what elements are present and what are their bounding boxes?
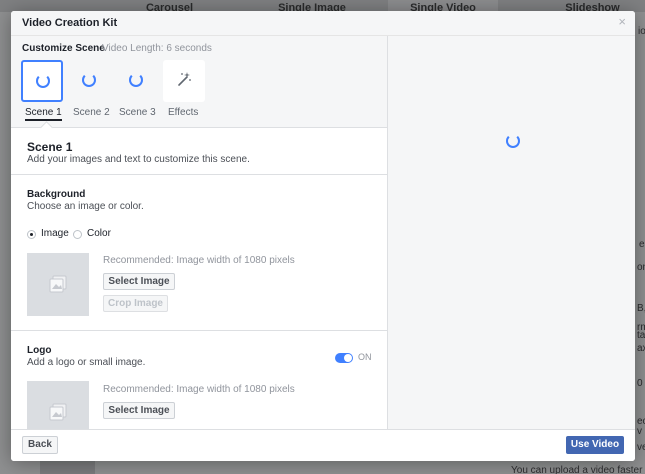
crop-image-button[interactable]: Crop Image [103,295,168,312]
select-logo-image-button[interactable]: Select Image [103,402,175,419]
scene-1-tab[interactable]: Scene 1 [25,107,62,121]
background-fragment: ve [637,442,645,453]
logo-section: Logo Add a logo or small image. ON Recom… [11,331,387,429]
image-radio[interactable] [27,230,36,239]
background-fragment: B, , [637,303,645,314]
scene-header: Scene 1 Add your images and text to cust… [11,128,387,175]
background-fragment: ax [637,343,645,354]
dialog-header: Video Creation Kit × [11,11,635,36]
scene-title: Scene 1 [27,140,73,154]
use-video-button[interactable]: Use Video [566,436,624,454]
select-background-image-button[interactable]: Select Image [103,273,175,290]
loading-spinner-icon [82,73,96,87]
background-fragment: ons [637,262,645,273]
customize-scene-title: Customize Scene [22,43,105,54]
loading-spinner-icon [506,134,520,148]
close-icon[interactable]: × [618,15,626,29]
effects-thumbnail[interactable] [163,60,205,102]
logo-recommendation: Recommended: Image width of 1080 pixels [103,384,295,395]
background-title: Background [27,189,86,200]
loading-spinner-icon [36,74,50,88]
scene-selector: Customize Scene Video Length: 6 seconds … [11,36,387,128]
video-creation-kit-dialog: Video Creation Kit × Customize Scene Vid… [11,11,635,461]
logo-toggle-label: ON [358,352,372,362]
scene-3-tab[interactable]: Scene 3 [119,107,156,118]
image-radio-label[interactable]: Image [41,228,69,239]
background-recommendation: Recommended: Image width of 1080 pixels [103,255,295,266]
effects-tab[interactable]: Effects [168,107,198,118]
scene-2-thumbnail[interactable] [68,60,110,102]
background-fragment: v [637,426,642,437]
background-fragment: io [638,26,645,37]
color-radio-label[interactable]: Color [87,228,111,239]
magic-wand-icon [178,72,191,86]
logo-image-placeholder [27,381,89,429]
background-fragment: 0 [637,378,643,389]
scene-1-thumbnail[interactable] [21,60,63,102]
logo-description: Add a logo or small image. [27,357,146,368]
back-button[interactable]: Back [22,436,58,454]
scene-3-thumbnail[interactable] [115,60,157,102]
background-description: Choose an image or color. [27,201,144,212]
dialog-title: Video Creation Kit [22,17,118,29]
background-section: Background Choose an image or color. Ima… [11,175,387,331]
dialog-footer: Back Use Video [11,429,635,461]
background-fragment: ta [637,330,645,341]
scene-2-tab[interactable]: Scene 2 [73,107,110,118]
logo-toggle[interactable] [335,353,353,363]
color-radio[interactable] [73,230,82,239]
background-fragment: ea [639,239,645,250]
photo-placeholder-icon [49,275,67,293]
video-preview-pane [387,36,635,429]
video-length: Video Length: 6 seconds [102,43,212,54]
logo-title: Logo [27,345,52,356]
editor-pane[interactable]: Customize Scene Video Length: 6 seconds … [11,36,387,429]
photo-placeholder-icon [49,403,67,421]
background-fragment: You can upload a video faster by [511,465,645,474]
loading-spinner-icon [129,73,143,87]
background-image-placeholder [27,253,89,316]
scene-description: Add your images and text to customize th… [27,154,250,165]
